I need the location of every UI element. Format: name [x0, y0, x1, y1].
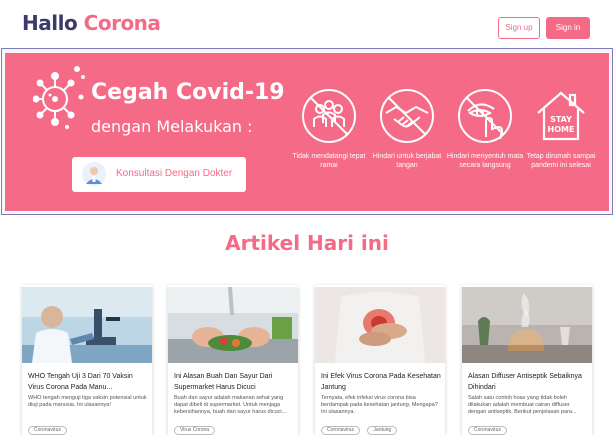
- tip-label: Hindari menyentuh mata secara langsung: [446, 153, 524, 169]
- hero-banner: Cegah Covid-19 dengan Melakukan : Konsul…: [1, 48, 613, 215]
- article-tag[interactable]: Coronavirus: [28, 426, 67, 435]
- article-card[interactable]: Ini Alasan Buah Dan Sayur Dari Supermark…: [168, 285, 298, 435]
- article-tag[interactable]: Jantung: [367, 426, 398, 435]
- article-title[interactable]: WHO Tengah Uji 3 Dari 70 Vaksin Virus Co…: [28, 371, 148, 393]
- article-tags: Coronavirus: [468, 418, 510, 435]
- doctor-avatar-icon: [82, 162, 106, 186]
- handshake-icon: [380, 89, 434, 143]
- tip-label: Hindari untuk berjabat tangan: [372, 153, 442, 169]
- article-excerpt: Salah satu contoh hoax yang tidak boleh …: [468, 395, 577, 415]
- article-tags: Virus Corona: [174, 418, 218, 435]
- signin-button[interactable]: Sign in: [546, 17, 590, 39]
- article-excerpt: Ternyata, efek infeksi virus corona bisa…: [321, 395, 438, 415]
- article-tags: Coronavirus Jantung: [321, 418, 400, 435]
- stay-home-icon: STAY HOME: [537, 91, 585, 141]
- article-image-diffuser[interactable]: [462, 287, 592, 363]
- article-title[interactable]: Ini Alasan Buah Dan Sayur Dari Supermark…: [174, 371, 294, 393]
- crowd-icon: [302, 89, 356, 143]
- signup-button[interactable]: Sign up: [498, 17, 540, 39]
- article-tags: Coronavirus: [28, 418, 70, 435]
- article-excerpt: WHO tengah menguji tiga vaksin potensial…: [28, 395, 147, 408]
- article-title[interactable]: Ini Efek Virus Corona Pada Kesehatan Jan…: [321, 371, 441, 393]
- tip-avoid-crowds: Tidak mendatangi tepat ramai: [289, 87, 369, 170]
- svg-text:HOME: HOME: [548, 125, 575, 134]
- logo[interactable]: Hallo Corona: [22, 11, 161, 35]
- article-image-washing-vegetables[interactable]: [168, 287, 298, 363]
- article-excerpt: Buah dan sayur adalah makanan sehat yang…: [174, 395, 287, 415]
- virus-icon: [33, 66, 85, 129]
- tip-stay-home: STAY HOME Tetap dirumah sampai pandemi i…: [521, 87, 601, 170]
- tip-label: Tetap dirumah sampai pandemi ini selesai: [526, 153, 596, 169]
- tip-no-eye-touch: Hindari menyentuh mata secara langsung: [445, 87, 525, 170]
- tip-label: Tidak mendatangi tepat ramai: [292, 153, 366, 169]
- hero-banner-background: Cegah Covid-19 dengan Melakukan : Konsul…: [5, 53, 609, 211]
- article-image-lab[interactable]: [22, 287, 152, 363]
- eye-touch-icon: [458, 89, 512, 143]
- banner-subtitle: dengan Melakukan :: [91, 117, 253, 136]
- section-title-articles: Artikel Hari ini: [225, 231, 389, 255]
- article-card[interactable]: Ini Efek Virus Corona Pada Kesehatan Jan…: [315, 285, 445, 435]
- article-card[interactable]: WHO Tengah Uji 3 Dari 70 Vaksin Virus Co…: [22, 285, 152, 435]
- consult-doctor-label: Konsultasi Dengan Dokter: [116, 168, 233, 179]
- logo-text-corona: Corona: [83, 11, 161, 35]
- logo-text-hallo: Hallo: [22, 11, 78, 35]
- article-tag[interactable]: Virus Corona: [174, 426, 216, 435]
- article-tag[interactable]: Coronavirus: [468, 426, 507, 435]
- tip-no-handshake: Hindari untuk berjabat tangan: [367, 87, 447, 170]
- article-card[interactable]: Alasan Diffuser Antiseptik Sebaiknya Dih…: [462, 285, 592, 435]
- article-image-heart[interactable]: [315, 287, 445, 363]
- svg-text:STAY: STAY: [550, 115, 572, 124]
- article-title[interactable]: Alasan Diffuser Antiseptik Sebaiknya Dih…: [468, 371, 588, 393]
- article-tag[interactable]: Coronavirus: [321, 426, 360, 435]
- top-navbar: Hallo Corona Sign up Sign in: [0, 0, 614, 48]
- consult-doctor-button[interactable]: Konsultasi Dengan Dokter: [72, 157, 246, 192]
- banner-title: Cegah Covid-19: [91, 80, 285, 105]
